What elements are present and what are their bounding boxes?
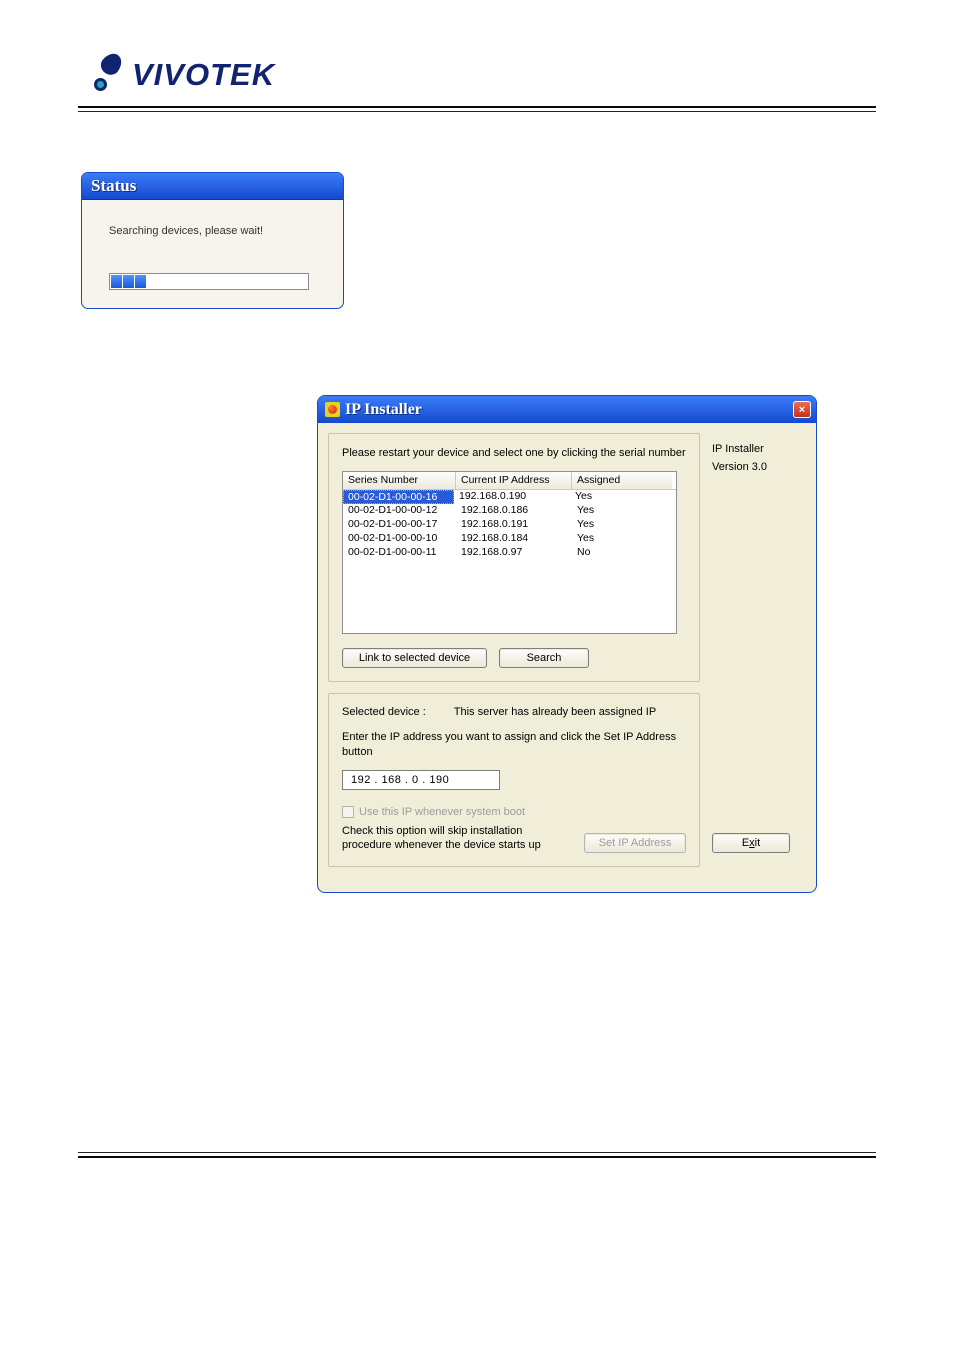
table-row[interactable]: 00-02-D1-00-00-10192.168.0.184Yes	[343, 532, 676, 546]
side-app-name: IP Installer	[712, 441, 804, 459]
cell-serial: 00-02-D1-00-00-16	[343, 490, 454, 504]
brand-glyph	[94, 56, 126, 94]
cell-assigned: Yes	[572, 532, 672, 546]
table-row[interactable]: 00-02-D1-00-00-17192.168.0.191Yes	[343, 518, 676, 532]
device-list-group: Please restart your device and select on…	[328, 433, 700, 682]
footer-rule-thick	[78, 1156, 876, 1158]
side-panel: IP Installer Version 3.0 Exit	[706, 433, 806, 878]
use-ip-on-boot-checkbox[interactable]	[342, 806, 354, 818]
cell-serial: 00-02-D1-00-00-12	[343, 504, 456, 518]
cell-serial: 00-02-D1-00-00-17	[343, 518, 456, 532]
table-row[interactable]: 00-02-D1-00-00-16192.168.0.190Yes	[343, 490, 676, 504]
skip-install-note-1: Check this option will skip installation	[342, 824, 562, 839]
ip-address-input[interactable]: 192 . 168 . 0 . 190	[342, 770, 500, 790]
cell-ip: 192.168.0.191	[456, 518, 572, 532]
app-icon	[325, 402, 340, 417]
side-version: Version 3.0	[712, 459, 804, 477]
header-rule-thin	[78, 111, 876, 112]
link-to-device-button[interactable]: Link to selected device	[342, 648, 487, 668]
brand-wordmark: VIVOTEK	[132, 57, 275, 93]
search-button[interactable]: Search	[499, 648, 589, 668]
selected-device-label: Selected device :	[342, 706, 426, 718]
brand-logo: VIVOTEK	[94, 56, 860, 94]
use-ip-on-boot-label: Use this IP whenever system boot	[359, 806, 525, 818]
cell-ip: 192.168.0.184	[456, 532, 572, 546]
selected-device-status: This server has already been assigned IP	[454, 706, 656, 718]
close-icon: ×	[799, 404, 805, 416]
set-ip-address-button[interactable]: Set IP Address	[584, 833, 686, 853]
cell-assigned: Yes	[572, 518, 672, 532]
skip-install-note-2: procedure whenever the device starts up	[342, 838, 562, 853]
status-dialog: Status Searching devices, please wait!	[81, 172, 344, 309]
device-instruction: Please restart your device and select on…	[342, 446, 686, 461]
cell-assigned: Yes	[570, 490, 670, 504]
table-row[interactable]: 00-02-D1-00-00-11192.168.0.97No	[343, 546, 676, 560]
table-row[interactable]: 00-02-D1-00-00-12192.168.0.186Yes	[343, 504, 676, 518]
window-title: IP Installer	[345, 401, 422, 419]
ip-installer-titlebar[interactable]: IP Installer ×	[318, 396, 816, 423]
cell-ip: 192.168.0.97	[456, 546, 572, 560]
close-button[interactable]: ×	[793, 401, 811, 418]
cell-serial: 00-02-D1-00-00-11	[343, 546, 456, 560]
footer-rule-thin	[78, 1152, 876, 1153]
exit-button[interactable]: Exit	[712, 833, 790, 853]
cell-ip: 192.168.0.186	[456, 504, 572, 518]
assign-ip-group: Selected device : This server has alread…	[328, 693, 700, 867]
device-table-header: Series Number Current IP Address Assigne…	[343, 472, 676, 490]
col-header-serial[interactable]: Series Number	[343, 472, 456, 489]
header-rule-thick	[78, 106, 876, 108]
progress-bar	[109, 273, 309, 290]
status-message: Searching devices, please wait!	[109, 225, 323, 237]
status-dialog-title: Status	[82, 173, 343, 200]
col-header-ip[interactable]: Current IP Address	[456, 472, 572, 489]
cell-ip: 192.168.0.190	[454, 490, 570, 504]
ip-installer-window: IP Installer × Please restart your devic…	[317, 395, 817, 893]
cell-serial: 00-02-D1-00-00-10	[343, 532, 456, 546]
col-header-assigned[interactable]: Assigned	[572, 472, 672, 489]
device-table[interactable]: Series Number Current IP Address Assigne…	[342, 471, 677, 634]
cell-assigned: Yes	[572, 504, 672, 518]
enter-ip-instruction: Enter the IP address you want to assign …	[342, 730, 686, 760]
cell-assigned: No	[572, 546, 672, 560]
